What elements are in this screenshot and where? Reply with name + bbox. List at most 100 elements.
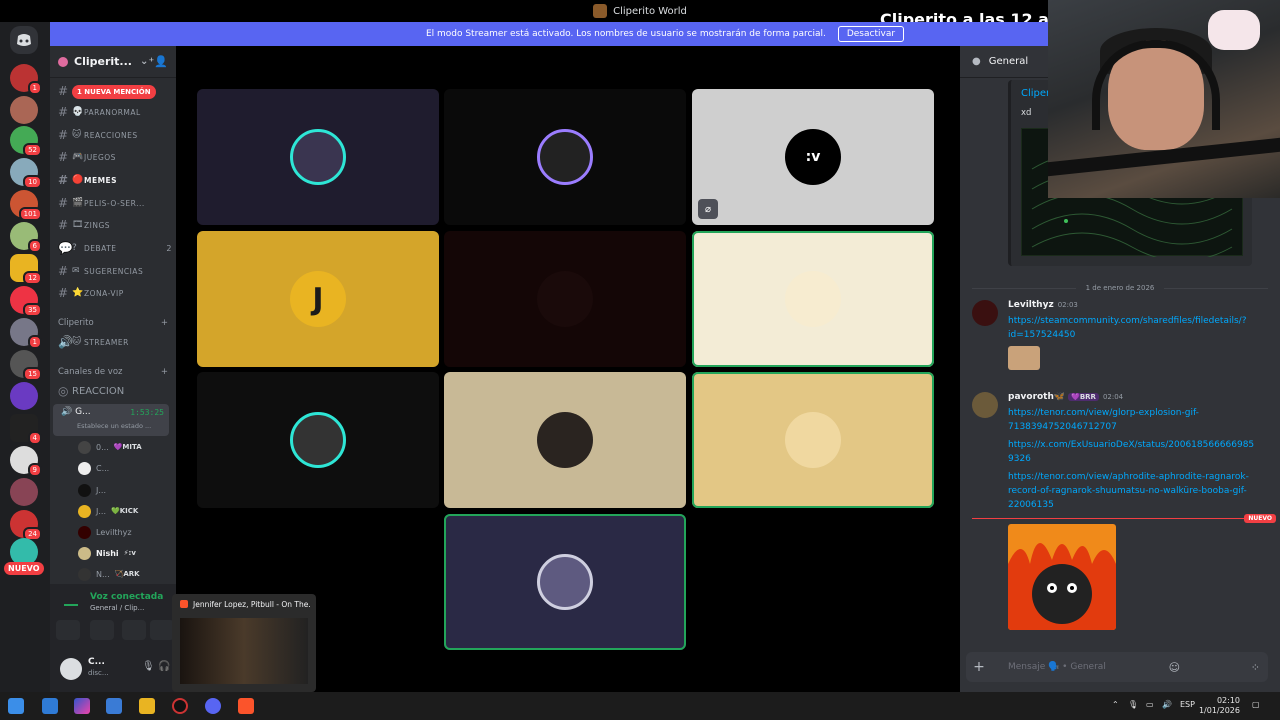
plus-icon[interactable]: + xyxy=(161,367,168,377)
folder-icon[interactable] xyxy=(139,698,155,714)
voice-channel-path[interactable]: General / Clip... xyxy=(90,604,144,612)
channel-zings[interactable]: # 🎞 ZINGS xyxy=(58,216,172,234)
message-link[interactable]: https://tenor.com/view/glorp-explosion-g… xyxy=(1008,406,1258,434)
headphones-icon[interactable]: 🎧 xyxy=(158,661,170,673)
server-header[interactable]: Cliperit... ⌄ ⁺👤 xyxy=(50,46,176,78)
server-icon-15[interactable]: 24 xyxy=(10,510,42,541)
message-author[interactable]: Levilthyz xyxy=(1008,300,1054,310)
channel-sugerencias[interactable]: # ✉ SUGERENCIAS xyxy=(58,262,172,280)
channel-debate[interactable]: 💬? DEBATE 2 xyxy=(58,239,172,257)
channel-pelis[interactable]: # 🎬 PELIS-O-SER... xyxy=(58,194,172,212)
voice-user[interactable]: Levilthyz xyxy=(78,524,166,540)
participant-tile[interactable]: J xyxy=(197,231,439,367)
chat-channel-name[interactable]: General xyxy=(989,56,1028,67)
participant-tile[interactable] xyxy=(692,372,934,508)
voice-user[interactable]: J... xyxy=(78,482,166,498)
avatar[interactable] xyxy=(972,392,998,418)
channel-streamer[interactable]: 🔊 🐱 STREAMER xyxy=(58,333,172,351)
channel-juegos[interactable]: # 🎮 JUEGOS xyxy=(58,148,172,166)
message-link[interactable]: https://x.com/ExUsuarioDeX/status/200618… xyxy=(1008,438,1258,466)
channel-reacciones[interactable]: # 🐱 REACCIONES xyxy=(58,126,172,144)
voice-connected-label[interactable]: Voz conectada xyxy=(90,592,163,602)
server-icon-7[interactable]: 12 xyxy=(10,254,42,285)
link-preview-image[interactable] xyxy=(1008,346,1040,370)
avatar[interactable] xyxy=(972,300,998,326)
voice-channel-reaccion[interactable]: ◎ REACCION xyxy=(58,382,172,400)
clock[interactable]: 02:10 1/01/2026 xyxy=(1199,696,1240,716)
language-indicator[interactable]: ESP xyxy=(1180,700,1195,709)
channel-emoji: 💀 xyxy=(72,107,84,117)
message-author[interactable]: pavoroth🦋 xyxy=(1008,392,1065,402)
message-link[interactable]: https://tenor.com/view/aphrodite-aphrodi… xyxy=(1008,470,1258,512)
participant-tile[interactable]: :v ⌀ xyxy=(692,89,934,225)
server-icon-8[interactable]: 35 xyxy=(10,286,42,317)
participant-tile[interactable] xyxy=(197,372,439,508)
new-mention-pill[interactable]: 1 NUEVA MENCIÓN xyxy=(72,85,156,99)
server-icon-11[interactable] xyxy=(10,382,38,410)
server-icon-3[interactable]: 52 xyxy=(10,126,42,157)
windows-start-icon[interactable] xyxy=(8,698,24,714)
screen-share-button[interactable] xyxy=(90,620,114,640)
channel-zona-vip[interactable]: # ⭐ ZONA-VIP xyxy=(58,284,172,302)
disable-streamer-button[interactable]: Desactivar xyxy=(837,26,905,42)
voice-user[interactable]: J... 💚KICK xyxy=(78,503,166,519)
server-icon-14[interactable] xyxy=(10,478,38,506)
voice-status[interactable]: Establece un estado ... xyxy=(77,422,151,430)
notifications-icon[interactable]: ▢ xyxy=(1252,700,1260,709)
server-icon-12[interactable]: 4 xyxy=(10,414,42,445)
channel-paranormal[interactable]: # 💀 PARANORMAL xyxy=(58,103,172,121)
participant-tile[interactable] xyxy=(444,89,686,225)
gif-attachment[interactable] xyxy=(1008,524,1116,630)
taskbar-thumbnail-preview[interactable]: Jennifer Lopez, Pitbull - On The... xyxy=(172,594,316,692)
embed-title[interactable]: Cliper xyxy=(1021,88,1050,99)
store-icon[interactable] xyxy=(106,698,122,714)
app-icon[interactable] xyxy=(42,698,58,714)
voice-channel-general[interactable]: 🔊 G... 1:53:25 Establece un estado ... xyxy=(53,404,169,436)
network-icon[interactable]: ▭ xyxy=(1146,700,1154,709)
voice-user[interactable]: N... 🏹ARK xyxy=(78,566,166,582)
copilot-icon[interactable] xyxy=(74,698,90,714)
volume-icon[interactable]: 🔊 xyxy=(1162,700,1172,709)
participant-tile[interactable] xyxy=(444,231,686,367)
participant-tile[interactable] xyxy=(444,514,686,650)
soundboard-button[interactable] xyxy=(150,620,174,640)
channel-memes[interactable]: # 🔴 MEMES xyxy=(58,171,172,189)
server-icon-5[interactable]: 101 xyxy=(10,190,42,221)
participant-tile[interactable] xyxy=(444,372,686,508)
server-icon-10[interactable]: 15 xyxy=(10,350,42,381)
voice-user[interactable]: 0... 💜MITA xyxy=(78,439,166,455)
microphone-icon[interactable]: 🎙 xyxy=(1128,700,1138,709)
activities-button[interactable] xyxy=(122,620,146,640)
microphone-icon[interactable]: 🎙 xyxy=(142,661,155,673)
apps-icon[interactable]: ⁘ xyxy=(1251,661,1260,674)
participant-tile[interactable] xyxy=(692,231,934,367)
server-icon-2[interactable] xyxy=(10,96,38,124)
category-voice[interactable]: Canales de voz + xyxy=(58,367,168,377)
plus-icon[interactable]: + xyxy=(161,318,168,328)
avatar[interactable] xyxy=(60,658,82,680)
emoji-icon[interactable]: ☺ xyxy=(1169,661,1180,674)
voice-user[interactable]: Nishi ⚡:v xyxy=(78,545,166,561)
server-icon-13[interactable]: 9 xyxy=(10,446,42,477)
camera-off-button[interactable] xyxy=(56,620,80,640)
category-cliperito[interactable]: Cliperito + xyxy=(58,318,168,328)
server-icon-9[interactable]: 1 xyxy=(10,318,42,349)
discord-taskbar-icon[interactable] xyxy=(205,698,221,714)
obs-icon[interactable] xyxy=(172,698,188,714)
thumbnail-image[interactable] xyxy=(180,618,308,684)
participant-tile[interactable] xyxy=(197,89,439,225)
message-link[interactable]: https://steamcommunity.com/sharedfiles/f… xyxy=(1008,314,1258,342)
message-composer[interactable]: + Mensaje 🗣️ • General ☺ ⁘ xyxy=(966,652,1268,682)
plus-icon[interactable]: + xyxy=(966,659,992,675)
server-icon-6[interactable]: 6 xyxy=(10,222,42,253)
discord-home-icon[interactable] xyxy=(10,26,38,54)
signal-icon[interactable] xyxy=(64,596,78,606)
server-icon-1[interactable]: 1 xyxy=(10,64,42,95)
chevron-up-icon[interactable]: ⌃ xyxy=(1112,700,1119,709)
new-servers-pill[interactable]: NUEVO xyxy=(4,562,44,575)
voice-user[interactable]: C... xyxy=(78,460,166,476)
server-icon-4[interactable]: 10 xyxy=(10,158,42,189)
add-user-icon[interactable]: ⁺👤 xyxy=(148,55,168,68)
message-input[interactable]: Mensaje 🗣️ • General xyxy=(1008,662,1106,672)
brave-taskbar-icon[interactable] xyxy=(238,698,254,714)
